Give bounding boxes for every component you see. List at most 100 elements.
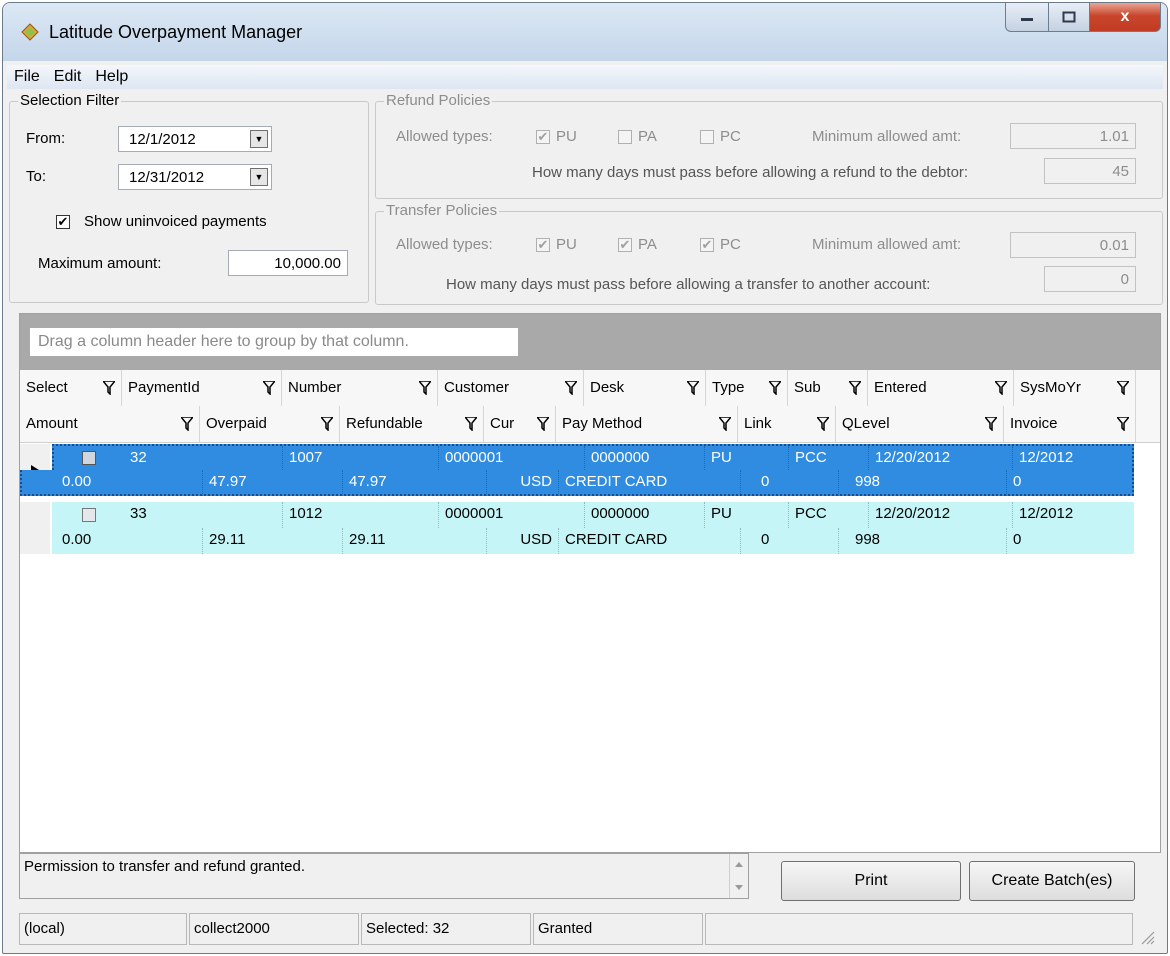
row-select-checkbox[interactable] bbox=[82, 508, 96, 522]
cell-overpaid: 47.97 bbox=[202, 470, 247, 496]
status-message-box: Permission to transfer and refund grante… bbox=[19, 853, 749, 899]
transfer-pc-checkbox[interactable]: ✔ bbox=[700, 238, 714, 252]
filter-icon[interactable] bbox=[687, 381, 699, 395]
filter-icon[interactable] bbox=[1117, 417, 1129, 431]
column-header-number[interactable]: Number bbox=[282, 370, 438, 406]
refund-days-field[interactable]: 45 bbox=[1044, 158, 1136, 184]
status-bar: (local) collect2000 Selected: 32 Granted bbox=[19, 911, 1159, 947]
column-header-invoice[interactable]: Invoice bbox=[1004, 406, 1136, 442]
column-header-paymentid[interactable]: PaymentId bbox=[122, 370, 282, 406]
cell-number: 1007 bbox=[282, 446, 322, 472]
column-header-pay-method[interactable]: Pay Method bbox=[556, 406, 738, 442]
title-bar: Latitude Overpayment Manager x bbox=[3, 3, 1167, 61]
row-selector[interactable] bbox=[20, 502, 50, 554]
column-header-refundable[interactable]: Refundable bbox=[340, 406, 484, 442]
selection-filter-group: Selection Filter From: 12/1/2012 ▼ To: 1… bbox=[9, 92, 369, 303]
filter-icon[interactable] bbox=[419, 381, 431, 395]
column-header-label: PaymentId bbox=[128, 379, 200, 396]
menu-edit[interactable]: Edit bbox=[47, 68, 89, 86]
filter-icon[interactable] bbox=[465, 417, 477, 431]
show-uninvoiced-checkbox[interactable]: ✔ bbox=[56, 215, 70, 229]
column-header-customer[interactable]: Customer bbox=[438, 370, 584, 406]
transfer-pu-checkbox[interactable]: ✔ bbox=[536, 238, 550, 252]
cell-entered: 12/20/2012 bbox=[868, 446, 950, 472]
column-header-desk[interactable]: Desk bbox=[584, 370, 706, 406]
from-label: From: bbox=[26, 130, 66, 147]
filter-icon[interactable] bbox=[849, 381, 861, 395]
column-header-sub[interactable]: Sub bbox=[788, 370, 868, 406]
refund-pa-checkbox[interactable] bbox=[618, 130, 632, 144]
refund-days-label: How many days must pass before allowing … bbox=[532, 164, 969, 181]
cell-qlevel: 998 bbox=[838, 470, 880, 496]
close-button[interactable]: x bbox=[1090, 3, 1161, 32]
column-header-cur[interactable]: Cur bbox=[484, 406, 556, 442]
column-header-label: Invoice bbox=[1010, 415, 1058, 432]
transfer-min-amt-label: Minimum allowed amt: bbox=[812, 236, 962, 253]
refund-pu-checkbox[interactable]: ✔ bbox=[536, 130, 550, 144]
column-header-type[interactable]: Type bbox=[706, 370, 788, 406]
chevron-down-icon[interactable]: ▼ bbox=[250, 130, 268, 148]
cell-cur: USD bbox=[486, 470, 558, 496]
transfer-days-field[interactable]: 0 bbox=[1044, 266, 1136, 292]
column-header-entered[interactable]: Entered bbox=[868, 370, 1014, 406]
cell-refundable: 29.11 bbox=[342, 528, 385, 554]
refund-policies-group: Refund Policies Allowed types: ✔ PU PA P… bbox=[375, 92, 1163, 199]
cell-amount: 0.00 bbox=[62, 473, 92, 490]
refund-pa-label: PA bbox=[638, 128, 657, 145]
minimize-button[interactable] bbox=[1005, 3, 1049, 32]
from-date-picker[interactable]: 12/1/2012 ▼ bbox=[118, 126, 272, 152]
maximize-button[interactable] bbox=[1049, 3, 1090, 32]
cell-paymentid: 32 bbox=[130, 449, 147, 466]
filter-icon[interactable] bbox=[103, 381, 115, 395]
filter-icon[interactable] bbox=[719, 417, 731, 431]
group-by-panel[interactable]: Drag a column header here to group by th… bbox=[20, 314, 1160, 370]
filter-icon[interactable] bbox=[537, 417, 549, 431]
column-header-label: Amount bbox=[26, 415, 78, 432]
filter-icon[interactable] bbox=[263, 381, 275, 395]
cell-sysmoyr: 12/2012 bbox=[1012, 502, 1073, 528]
show-uninvoiced-label[interactable]: Show uninvoiced payments bbox=[84, 213, 267, 230]
filter-icon[interactable] bbox=[181, 417, 193, 431]
header-row-1: Select PaymentId Number Customer Desk Ty… bbox=[20, 370, 1160, 407]
filter-icon[interactable] bbox=[995, 381, 1007, 395]
status-scrollbar[interactable] bbox=[729, 854, 748, 898]
minimize-icon bbox=[1021, 18, 1033, 21]
filter-icon[interactable] bbox=[565, 381, 577, 395]
refund-pc-checkbox[interactable] bbox=[700, 130, 714, 144]
create-batch-button[interactable]: Create Batch(es) bbox=[969, 861, 1135, 901]
max-amount-field[interactable]: 10,000.00 bbox=[228, 250, 348, 276]
column-header-link[interactable]: Link bbox=[738, 406, 836, 442]
filter-icon[interactable] bbox=[321, 417, 333, 431]
cell-qlevel: 998 bbox=[838, 528, 880, 554]
column-header-qlevel[interactable]: QLevel bbox=[836, 406, 1004, 442]
column-header-label: Desk bbox=[590, 379, 625, 396]
filter-icon[interactable] bbox=[817, 417, 829, 431]
column-header-overpaid[interactable]: Overpaid bbox=[200, 406, 340, 442]
cell-amount: 0.00 bbox=[62, 531, 92, 548]
cell-type: PU bbox=[704, 502, 732, 528]
resize-grip-icon[interactable] bbox=[1139, 929, 1155, 945]
menu-help[interactable]: Help bbox=[88, 68, 135, 86]
close-icon: x bbox=[1120, 8, 1130, 25]
menu-file[interactable]: File bbox=[7, 68, 47, 86]
column-header-select[interactable]: Select bbox=[20, 370, 122, 406]
status-database: collect2000 bbox=[189, 913, 359, 945]
filter-icon[interactable] bbox=[769, 381, 781, 395]
column-header-label: QLevel bbox=[842, 415, 890, 432]
refund-min-amt-field[interactable]: 1.01 bbox=[1010, 123, 1136, 149]
column-header-amount[interactable]: Amount bbox=[20, 406, 200, 442]
print-button[interactable]: Print bbox=[781, 861, 961, 901]
row-line-2: 0.00 47.97 47.97 USD CREDIT CARD 0 998 0 bbox=[20, 470, 1134, 496]
cell-sub: PCC bbox=[788, 446, 827, 472]
transfer-pa-checkbox[interactable]: ✔ bbox=[618, 238, 632, 252]
column-header-sysmoyr[interactable]: SysMoYr bbox=[1014, 370, 1136, 406]
chevron-down-icon[interactable]: ▼ bbox=[250, 168, 268, 186]
header-row-2: Amount Overpaid Refundable Cur Pay Metho… bbox=[20, 406, 1160, 443]
column-header-label: Refundable bbox=[346, 415, 423, 432]
cell-sub: PCC bbox=[788, 502, 827, 528]
filter-icon[interactable] bbox=[1117, 381, 1129, 395]
to-date-picker[interactable]: 12/31/2012 ▼ bbox=[118, 164, 272, 190]
transfer-min-amt-field[interactable]: 0.01 bbox=[1010, 232, 1136, 258]
row-select-checkbox[interactable] bbox=[82, 451, 96, 465]
filter-icon[interactable] bbox=[985, 417, 997, 431]
